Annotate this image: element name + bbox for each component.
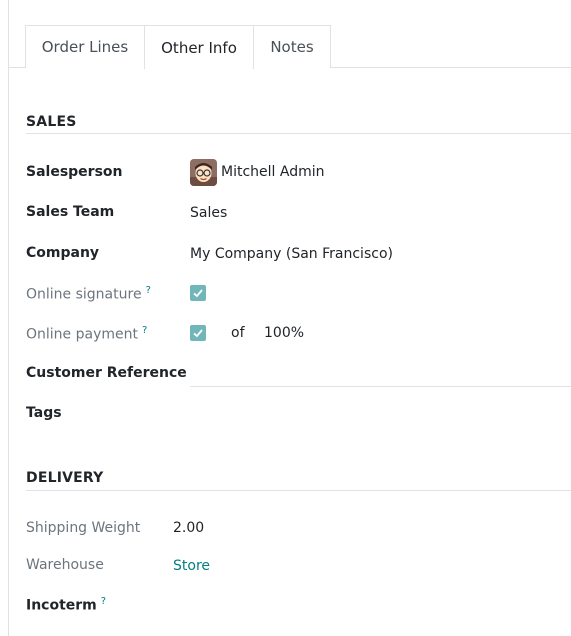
- of-text: of: [231, 325, 245, 341]
- online-payment-checkbox[interactable]: [190, 325, 206, 341]
- section-divider: [26, 133, 571, 134]
- checkmark-icon: [193, 329, 203, 338]
- shipping-weight-label: Shipping Weight: [26, 520, 141, 536]
- online-signature-label: Online signature?: [26, 285, 151, 303]
- tab-notes[interactable]: Notes: [253, 25, 331, 68]
- customer-reference-input[interactable]: [190, 365, 571, 385]
- sales-team-field[interactable]: Sales: [190, 205, 227, 221]
- company-label: Company: [26, 245, 100, 261]
- notebook-tabs: Order Lines Other Info Notes: [8, 25, 571, 69]
- section-title-delivery: DELIVERY: [26, 470, 104, 486]
- online-signature-checkbox[interactable]: [190, 285, 206, 301]
- customer-reference-label: Customer Reference: [26, 365, 187, 381]
- form-panel: [8, 0, 571, 636]
- online-payment-label: Online payment?: [26, 325, 147, 343]
- salesperson-field[interactable]: Mitchell Admin: [221, 164, 325, 180]
- salesperson-label: Salesperson: [26, 164, 123, 180]
- shipping-weight-value: 2.00: [173, 520, 205, 536]
- sales-team-label: Sales Team: [26, 204, 115, 220]
- tab-order-lines[interactable]: Order Lines: [25, 25, 145, 68]
- help-tooltip-icon[interactable]: ?: [101, 596, 106, 607]
- online-signature-label-text: Online signature: [26, 286, 142, 303]
- warehouse-label: Warehouse: [26, 557, 104, 573]
- tags-label: Tags: [26, 405, 62, 421]
- prepayment-percent-field[interactable]: 100%: [264, 325, 304, 341]
- online-payment-label-text: Online payment: [26, 326, 138, 343]
- incoterm-label-text: Incoterm: [26, 597, 97, 614]
- company-field[interactable]: My Company (San Francisco): [190, 246, 393, 262]
- help-tooltip-icon[interactable]: ?: [142, 325, 147, 336]
- incoterm-input[interactable]: [173, 594, 571, 616]
- section-divider: [26, 490, 571, 491]
- tab-other-info[interactable]: Other Info: [144, 25, 254, 69]
- incoterm-label: Incoterm?: [26, 596, 106, 614]
- help-tooltip-icon[interactable]: ?: [146, 285, 151, 296]
- avatar: [190, 159, 217, 186]
- warehouse-link[interactable]: Store: [173, 558, 210, 574]
- tags-input[interactable]: [190, 403, 571, 425]
- customer-reference-underline: [190, 386, 571, 387]
- avatar-icon: [190, 159, 217, 186]
- section-title-sales: SALES: [26, 114, 77, 130]
- checkmark-icon: [193, 289, 203, 298]
